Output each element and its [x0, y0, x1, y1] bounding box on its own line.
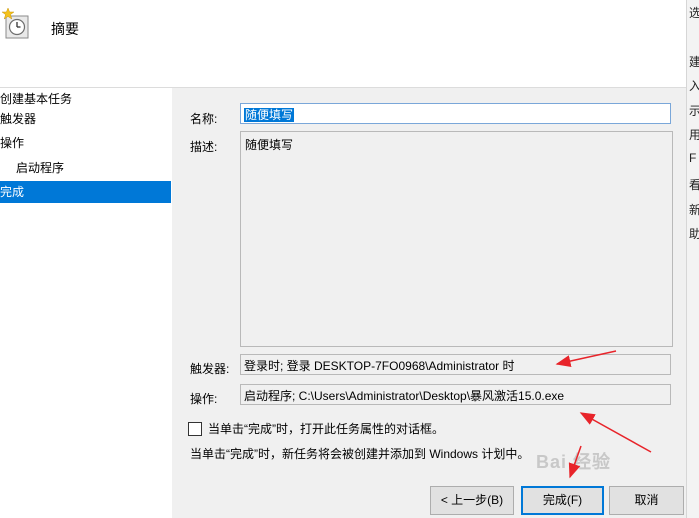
strip-text: 建	[689, 53, 699, 70]
background-window-strip: 选 建 入 示 用 F 看 新 助	[686, 0, 699, 518]
trigger-field: 登录时; 登录 DESKTOP-7FO0968\Administrator 时	[240, 354, 671, 375]
name-label: 名称:	[190, 112, 218, 126]
strip-text: 新	[689, 201, 699, 218]
strip-text: 用	[689, 126, 699, 143]
nav-step-create-basic-task: 创建基本任务	[0, 92, 73, 106]
trigger-label: 触发器:	[190, 362, 230, 376]
finish-info-text: 当单击“完成”时，新任务将会被创建并添加到 Windows 计划中。	[190, 447, 530, 461]
open-properties-option[interactable]: 当单击“完成”时，打开此任务属性的对话框。	[188, 420, 444, 437]
nav-step-finish: 完成	[0, 181, 171, 203]
strip-text: 助	[689, 225, 699, 242]
finish-button[interactable]: 完成(F)	[521, 486, 604, 515]
task-scheduler-clock-icon	[2, 8, 29, 39]
description-label: 描述:	[190, 140, 218, 154]
name-field[interactable]: 随便填写	[240, 103, 671, 124]
back-button[interactable]: < 上一步(B)	[430, 486, 514, 515]
name-value: 随便填写	[244, 108, 295, 122]
strip-text: 入	[689, 77, 699, 94]
page-title: 摘要	[51, 21, 79, 37]
wizard-header: 摘要	[0, 0, 686, 88]
open-properties-checkbox[interactable]	[188, 421, 202, 436]
nav-step-start-program: 启动程序	[16, 161, 65, 175]
baidu-jingyan-watermark: Bai 经验	[536, 452, 612, 472]
description-field[interactable]: 随便填写	[240, 131, 673, 347]
action-label: 操作:	[190, 392, 218, 406]
strip-text: F	[689, 151, 697, 165]
nav-step-action: 操作	[0, 136, 25, 150]
strip-text: 示	[689, 102, 699, 119]
nav-step-trigger: 触发器	[0, 112, 37, 126]
open-properties-label: 当单击“完成”时，打开此任务属性的对话框。	[208, 422, 444, 436]
strip-text: 选	[689, 4, 699, 21]
action-field: 启动程序; C:\Users\Administrator\Desktop\暴风激…	[240, 384, 671, 405]
strip-text: 看	[689, 176, 699, 193]
cancel-button[interactable]: 取消	[609, 486, 684, 515]
